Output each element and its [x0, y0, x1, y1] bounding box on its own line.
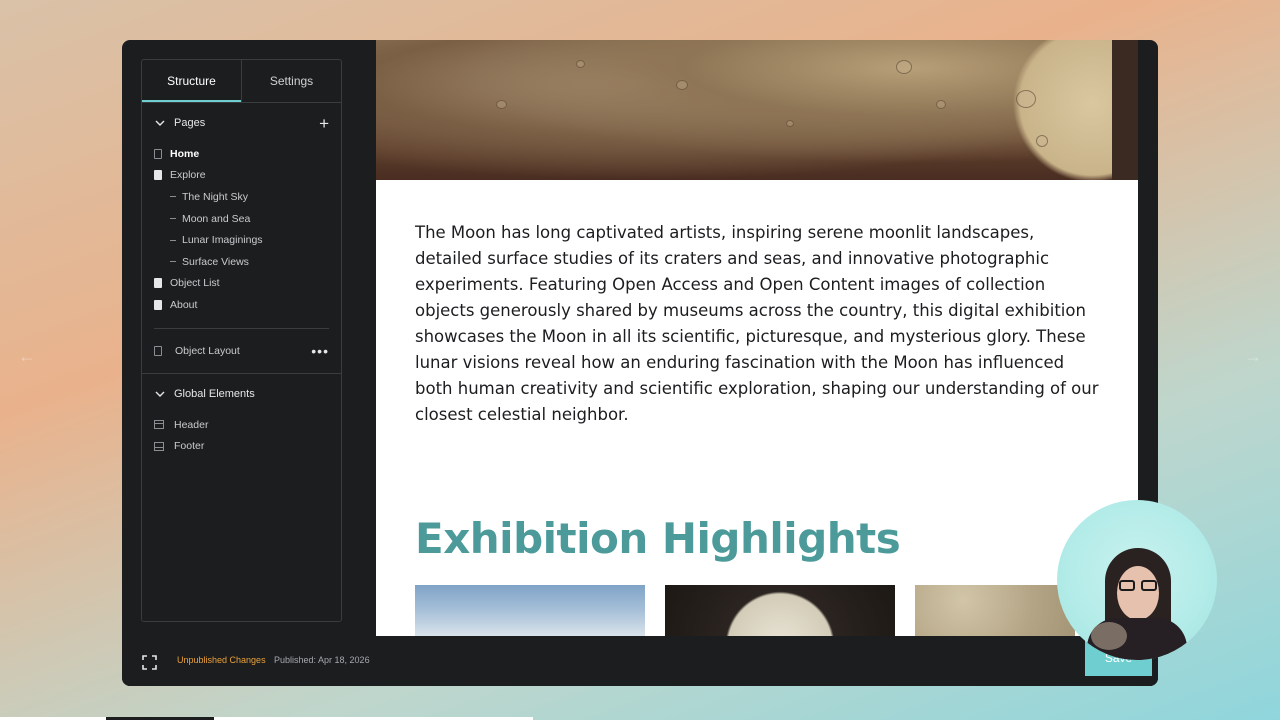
- dash-icon: [170, 239, 176, 241]
- tab-settings[interactable]: Settings: [242, 60, 341, 102]
- page-item-object-list[interactable]: Object List: [154, 273, 341, 295]
- unpublished-status: Unpublished Changes: [177, 655, 266, 665]
- file-filled-icon: [154, 278, 162, 289]
- subpage-item-label: Lunar Imaginings: [182, 234, 263, 247]
- subpage-item-lunar-imaginings[interactable]: Lunar Imaginings: [154, 229, 341, 251]
- page-list: Home Explore The Night Sky Moon and Sea …: [142, 143, 341, 316]
- file-icon: [154, 345, 162, 356]
- footer-layout-icon: [154, 441, 164, 451]
- global-elements-header[interactable]: Global Elements: [142, 374, 341, 414]
- global-item-footer[interactable]: Footer: [142, 435, 341, 457]
- microphone-icon: [1091, 622, 1127, 650]
- page-item-label: Object List: [170, 277, 220, 290]
- subpage-item-moon-and-sea[interactable]: Moon and Sea: [154, 208, 341, 230]
- pages-section-title: Pages: [174, 117, 206, 129]
- page-item-label: Explore: [170, 169, 206, 182]
- page-item-explore[interactable]: Explore: [154, 165, 341, 187]
- tab-structure[interactable]: Structure: [142, 60, 242, 102]
- webcam-overlay: [1057, 500, 1217, 660]
- page-preview[interactable]: The Moon has long captivated artists, in…: [376, 40, 1138, 636]
- page-item-home[interactable]: Home: [154, 143, 341, 165]
- file-filled-icon: [154, 299, 162, 310]
- object-layout-label: Object Layout: [175, 344, 240, 357]
- global-item-label: Header: [174, 418, 209, 431]
- site-editor-window: Structure Settings Pages + Home Explore …: [122, 40, 1158, 686]
- subpage-item-label: The Night Sky: [182, 190, 248, 203]
- add-page-icon[interactable]: +: [319, 115, 329, 132]
- editor-footer-bar: Unpublished Changes Published: Apr 18, 2…: [122, 636, 1158, 686]
- dash-icon: [170, 218, 176, 220]
- page-item-label: About: [170, 298, 198, 311]
- intro-paragraph: The Moon has long captivated artists, in…: [415, 223, 1099, 424]
- exhibition-highlights-heading: Exhibition Highlights: [415, 514, 901, 563]
- subpage-item-surface-views[interactable]: Surface Views: [154, 251, 341, 273]
- highlight-thumbnail[interactable]: [415, 585, 645, 636]
- prev-slide-arrow-icon[interactable]: ←: [18, 346, 36, 367]
- global-item-label: Footer: [174, 440, 205, 453]
- fullscreen-icon[interactable]: [142, 655, 157, 670]
- page-item-label: Home: [170, 147, 200, 160]
- object-layout-item[interactable]: Object Layout •••: [142, 329, 341, 373]
- chevron-down-icon[interactable]: [154, 117, 166, 129]
- dash-icon: [170, 261, 176, 263]
- pages-section-header[interactable]: Pages +: [142, 103, 341, 143]
- global-elements-title: Global Elements: [174, 387, 255, 400]
- next-slide-arrow-icon[interactable]: →: [1244, 346, 1262, 367]
- moon-banner-image: [376, 40, 1138, 180]
- sidebar-panel: Structure Settings Pages + Home Explore …: [141, 59, 342, 622]
- subpage-item-label: Moon and Sea: [182, 212, 251, 225]
- highlight-thumbnail[interactable]: [915, 585, 1075, 636]
- sidebar-tabs: Structure Settings: [142, 60, 341, 103]
- global-item-header[interactable]: Header: [142, 414, 341, 436]
- subpage-item-the-night-sky[interactable]: The Night Sky: [154, 186, 341, 208]
- file-icon: [154, 148, 162, 159]
- chevron-down-icon[interactable]: [154, 388, 166, 400]
- page-item-about[interactable]: About: [154, 294, 341, 316]
- file-filled-icon: [154, 170, 162, 181]
- subpage-item-label: Surface Views: [182, 255, 249, 268]
- more-options-icon[interactable]: •••: [311, 343, 329, 359]
- dash-icon: [170, 196, 176, 198]
- header-layout-icon: [154, 420, 164, 430]
- highlight-thumbnail[interactable]: [665, 585, 895, 636]
- published-date: Published: Apr 18, 2026: [274, 655, 370, 665]
